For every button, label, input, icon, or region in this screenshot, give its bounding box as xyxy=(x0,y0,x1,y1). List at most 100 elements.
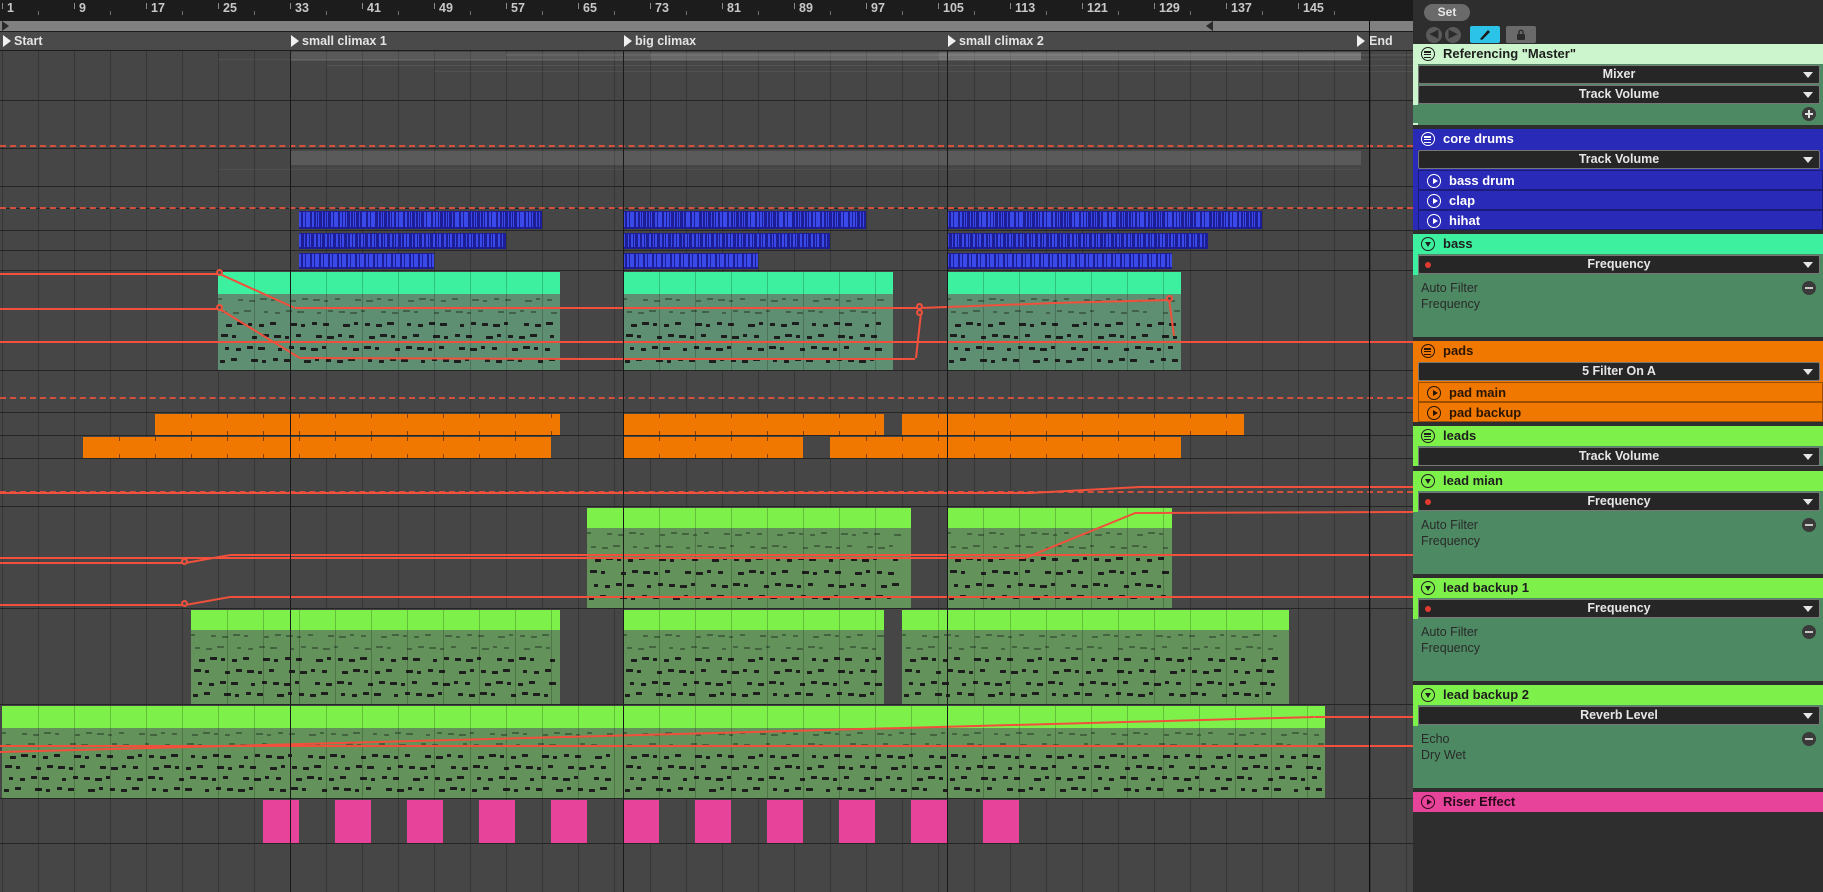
midi-clip[interactable] xyxy=(623,610,884,704)
sidebar-item-pad-backup[interactable]: pad backup xyxy=(1418,402,1823,422)
automation-envelope[interactable] xyxy=(585,358,915,360)
midi-clip-drum[interactable] xyxy=(623,253,758,269)
draw-mode-icon[interactable] xyxy=(1470,26,1500,43)
automation-breakpoint[interactable] xyxy=(216,304,223,311)
track-row-automation-lane-1[interactable] xyxy=(0,101,1413,149)
audio-clip[interactable] xyxy=(983,800,1019,843)
automation-envelope[interactable] xyxy=(1315,716,1413,718)
midi-clip-drum[interactable] xyxy=(623,233,830,249)
locator-marker[interactable]: small climax 1 xyxy=(290,32,387,51)
sidebar-group-lead-mian[interactable]: lead mianFrequencyAuto FilterFrequency xyxy=(1413,471,1823,574)
sidebar-group-leads[interactable]: leadsTrack Volume xyxy=(1413,426,1823,466)
track-row-pads-automation[interactable] xyxy=(0,371,1413,413)
clip-title-bar[interactable] xyxy=(2,706,623,728)
clip-title-bar[interactable] xyxy=(623,272,893,294)
play-icon[interactable] xyxy=(1427,406,1441,420)
midi-clip[interactable] xyxy=(218,272,560,370)
clip-title-bar[interactable] xyxy=(218,272,560,294)
group-header[interactable]: lead backup 1 xyxy=(1413,578,1823,598)
parameter-dropdown[interactable]: Frequency xyxy=(1418,492,1820,511)
play-icon[interactable] xyxy=(1427,386,1441,400)
chevron-down-icon[interactable] xyxy=(1803,606,1813,612)
list-icon[interactable] xyxy=(1421,132,1435,146)
midi-clip[interactable] xyxy=(191,610,560,704)
set-button[interactable]: Set xyxy=(1424,4,1470,21)
track-row-leads-automation[interactable] xyxy=(0,459,1413,507)
group-header[interactable]: bass xyxy=(1413,234,1823,254)
sidebar-group-riser-effect[interactable]: Riser Effect xyxy=(1413,792,1823,812)
automation-envelope[interactable] xyxy=(0,273,220,275)
minus-icon[interactable] xyxy=(1802,625,1816,639)
timeline-ruler[interactable]: 1917253341495765738189971051131211291371… xyxy=(0,0,1413,21)
audio-clip[interactable] xyxy=(767,800,803,843)
group-header[interactable]: pads xyxy=(1413,341,1823,361)
chevron-down-icon[interactable] xyxy=(1803,92,1813,98)
midi-clip-drum[interactable] xyxy=(947,211,1262,229)
track-row-automation-lane-2[interactable] xyxy=(0,187,1413,209)
locator-marker[interactable]: big climax xyxy=(623,32,696,51)
automation-envelope[interactable] xyxy=(0,308,220,310)
automation-envelope-dashed[interactable] xyxy=(0,397,1413,399)
audio-clip[interactable] xyxy=(155,414,560,435)
automation-envelope[interactable] xyxy=(0,562,185,564)
automation-envelope[interactable] xyxy=(0,492,1030,494)
group-header[interactable]: lead mian xyxy=(1413,471,1823,491)
minus-icon[interactable] xyxy=(1802,732,1816,746)
clip-title-bar[interactable] xyxy=(587,508,911,528)
automation-envelope[interactable] xyxy=(230,596,1285,598)
midi-clip-drum[interactable] xyxy=(299,233,506,249)
audio-clip[interactable] xyxy=(479,800,515,843)
audio-clip[interactable] xyxy=(407,800,443,843)
parameter-dropdown[interactable]: Track Volume xyxy=(1418,150,1820,169)
parameter-dropdown[interactable]: Track Volume xyxy=(1418,447,1820,466)
arrangement-area[interactable]: 1917253341495765738189971051131211291371… xyxy=(0,0,1413,892)
play-icon[interactable] xyxy=(1427,214,1441,228)
chevron-down-icon[interactable] xyxy=(1803,369,1813,375)
audio-clip[interactable] xyxy=(902,414,1244,435)
group-header[interactable]: core drums xyxy=(1413,129,1823,149)
list-icon[interactable] xyxy=(1421,429,1435,443)
automation-envelope[interactable] xyxy=(1285,554,1413,556)
parameter-dropdown[interactable]: Mixer xyxy=(1418,65,1820,84)
automation-envelope[interactable] xyxy=(0,604,185,606)
locator-marker-lane[interactable]: Start small climax 1 big climax small clima… xyxy=(0,32,1413,51)
sidebar-group-bass[interactable]: bassFrequencyAuto FilterFrequency xyxy=(1413,234,1823,337)
midi-clip[interactable] xyxy=(2,706,623,798)
automation-breakpoint[interactable] xyxy=(916,309,923,316)
automation-breakpoint[interactable] xyxy=(1166,295,1173,302)
parameter-dropdown[interactable]: 5 Filter On A xyxy=(1418,362,1820,381)
sidebar-group-pads[interactable]: pads5 Filter On Apad mainpad backup xyxy=(1413,341,1823,422)
automation-envelope[interactable] xyxy=(0,341,1413,343)
triangle-down-icon[interactable] xyxy=(1421,474,1435,488)
sidebar-item-pad-main[interactable]: pad main xyxy=(1418,382,1823,402)
locator-marker[interactable]: Start xyxy=(2,32,42,51)
midi-clip-drum[interactable] xyxy=(947,253,1172,269)
triangle-down-icon[interactable] xyxy=(1421,237,1435,251)
automation-envelope[interactable] xyxy=(295,307,585,309)
list-icon[interactable] xyxy=(1421,47,1435,61)
parameter-dropdown[interactable]: Track Volume xyxy=(1418,85,1820,104)
triangle-down-icon[interactable] xyxy=(1421,688,1435,702)
group-header[interactable]: Riser Effect xyxy=(1413,792,1823,812)
audio-clip[interactable] xyxy=(623,414,884,435)
triangle-down-icon[interactable] xyxy=(1421,581,1435,595)
loop-end-handle[interactable] xyxy=(1206,21,1213,31)
sidebar-item-hihat[interactable]: hihat xyxy=(1418,210,1823,230)
loop-start-handle[interactable] xyxy=(2,21,9,31)
plus-icon[interactable] xyxy=(1802,107,1816,121)
chevron-down-icon[interactable] xyxy=(1803,713,1813,719)
play-icon[interactable] xyxy=(1427,194,1441,208)
audio-clip[interactable] xyxy=(263,800,299,843)
audio-clip[interactable] xyxy=(830,437,1181,458)
midi-clip-drum[interactable] xyxy=(947,233,1208,249)
sidebar-group-lead-backup-2[interactable]: lead backup 2Reverb LevelEchoDry Wet xyxy=(1413,685,1823,788)
clip-title-bar[interactable] xyxy=(191,610,560,630)
midi-clip-drum[interactable] xyxy=(623,211,866,229)
loop-bracket-bar[interactable] xyxy=(0,21,1413,32)
list-icon[interactable] xyxy=(1421,344,1435,358)
chevron-down-icon[interactable] xyxy=(1803,157,1813,163)
locator-marker[interactable]: small climax 2 xyxy=(947,32,1044,51)
clip-title-bar[interactable] xyxy=(623,610,884,630)
parameter-dropdown[interactable]: Reverb Level xyxy=(1418,706,1820,725)
sidebar-group-referencing-master-[interactable]: Referencing "Master"MixerTrack Volume xyxy=(1413,44,1823,125)
